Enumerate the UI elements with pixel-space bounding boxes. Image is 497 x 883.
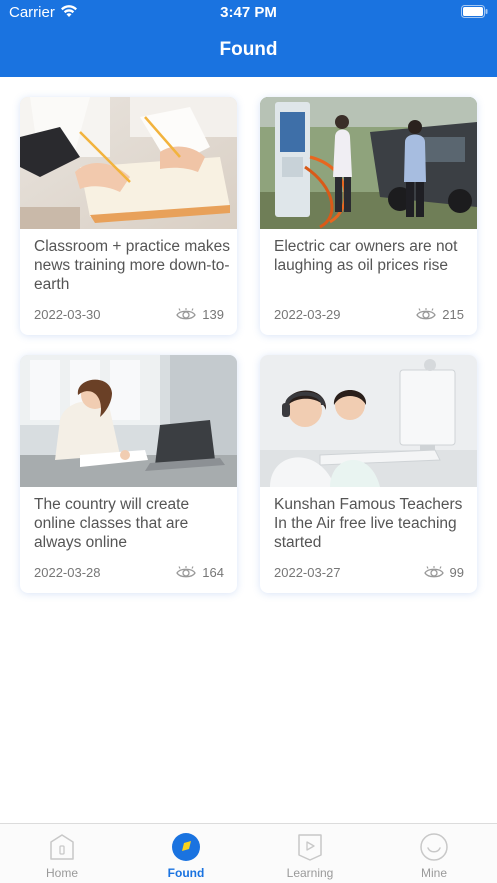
article-card[interactable]: Electric car owners are not laughing as … <box>260 97 477 335</box>
page-title: Found <box>219 39 278 60</box>
eye-icon <box>423 566 444 578</box>
article-card[interactable]: The country will create online classes t… <box>20 355 237 593</box>
eye-icon <box>416 308 437 320</box>
tab-found[interactable]: Found <box>146 832 226 880</box>
tab-bar: Home Found Learning Mine <box>0 823 497 883</box>
article-title: Classroom + practice makes news training… <box>34 238 230 293</box>
learning-icon <box>298 834 322 861</box>
article-title: The country will create online classes t… <box>34 496 190 551</box>
article-title: Kunshan Famous Teachers In the Air free … <box>274 496 463 551</box>
article-date: 2022-03-29 <box>274 307 341 322</box>
article-card[interactable]: Kunshan Famous Teachers In the Air free … <box>260 355 477 593</box>
header: Carrier 3:47 PM Found <box>0 0 497 77</box>
tab-mine-label: Mine <box>420 866 447 880</box>
girl-studying-laptop-photo <box>20 355 237 487</box>
tab-home[interactable]: Home <box>22 832 102 880</box>
status-bar: Carrier 3:47 PM <box>0 0 497 26</box>
battery-icon <box>461 5 488 18</box>
students-writing-photo <box>20 97 237 229</box>
eye-icon <box>176 308 197 320</box>
article-views: 164 <box>176 565 224 580</box>
tab-found-label: Found <box>167 866 205 880</box>
found-icon <box>172 833 200 861</box>
article-title: Electric car owners are not laughing as … <box>274 238 458 274</box>
article-date: 2022-03-30 <box>34 307 101 322</box>
kids-computer-class-photo <box>260 355 477 487</box>
mine-icon <box>420 833 448 861</box>
view-count: 164 <box>202 565 224 580</box>
found-screen: Carrier 3:47 PM Found Classroom + practi… <box>0 0 497 883</box>
article-views: 99 <box>423 565 464 580</box>
view-count: 99 <box>449 565 464 580</box>
article-date: 2022-03-28 <box>34 565 101 580</box>
view-count: 139 <box>202 307 224 322</box>
tab-learning[interactable]: Learning <box>270 832 350 880</box>
tab-home-label: Home <box>45 866 78 880</box>
ev-charging-station-photo <box>260 97 477 229</box>
article-card[interactable]: Classroom + practice makes news training… <box>20 97 237 335</box>
view-count: 215 <box>442 307 464 322</box>
tab-mine[interactable]: Mine <box>394 832 474 880</box>
tab-learning-label: Learning <box>286 866 334 880</box>
home-icon <box>50 834 74 860</box>
article-date: 2022-03-27 <box>274 565 341 580</box>
article-views: 215 <box>416 307 464 322</box>
eye-icon <box>176 566 197 578</box>
article-views: 139 <box>176 307 224 322</box>
status-time: 3:47 PM <box>220 4 277 21</box>
